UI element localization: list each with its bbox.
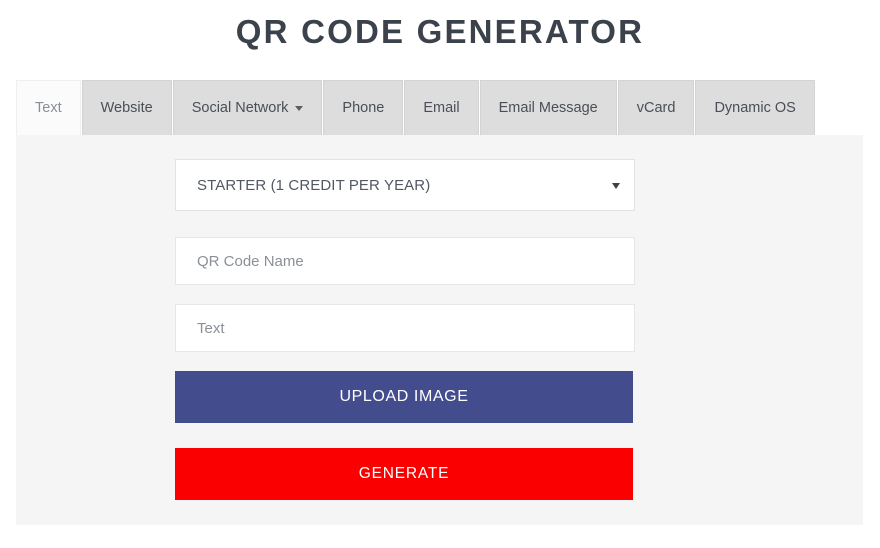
generate-button[interactable]: GENERATE bbox=[175, 448, 633, 500]
chevron-down-icon bbox=[295, 105, 304, 111]
plan-select-wrapper: STARTER (1 CREDIT PER YEAR) bbox=[175, 159, 635, 211]
tab-label: Website bbox=[100, 100, 153, 116]
plan-select[interactable]: STARTER (1 CREDIT PER YEAR) bbox=[175, 159, 635, 211]
upload-image-button[interactable]: UPLOAD IMAGE bbox=[175, 371, 633, 423]
tab-label: Phone bbox=[342, 100, 385, 116]
tab-content-panel: STARTER (1 CREDIT PER YEAR) UPLOAD IMAGE… bbox=[16, 135, 863, 525]
tab-text[interactable]: Text bbox=[16, 80, 81, 135]
tab-dynamic-os[interactable]: Dynamic OS bbox=[695, 80, 815, 135]
tab-label: Dynamic OS bbox=[714, 100, 796, 116]
text-content-input[interactable] bbox=[175, 304, 635, 352]
tab-bar: Text Website Social Network Phone Email … bbox=[16, 80, 863, 135]
tab-label: vCard bbox=[636, 100, 676, 116]
tab-social-network[interactable]: Social Network bbox=[172, 80, 323, 135]
tab-label: Text bbox=[35, 100, 62, 116]
tab-email[interactable]: Email bbox=[404, 80, 479, 135]
tab-label: Social Network bbox=[191, 100, 289, 116]
qr-generator-form: STARTER (1 CREDIT PER YEAR) UPLOAD IMAGE… bbox=[175, 135, 635, 500]
tab-label: Email bbox=[423, 100, 460, 116]
qr-code-name-input[interactable] bbox=[175, 237, 635, 285]
tab-vcard[interactable]: vCard bbox=[617, 80, 695, 135]
tab-label: Email Message bbox=[498, 100, 598, 116]
tab-phone[interactable]: Phone bbox=[323, 80, 404, 135]
tab-email-message[interactable]: Email Message bbox=[479, 80, 617, 135]
tab-website[interactable]: Website bbox=[81, 80, 172, 135]
page-title: QR CODE GENERATOR bbox=[235, 13, 645, 50]
plan-select-value: STARTER (1 CREDIT PER YEAR) bbox=[197, 176, 431, 194]
